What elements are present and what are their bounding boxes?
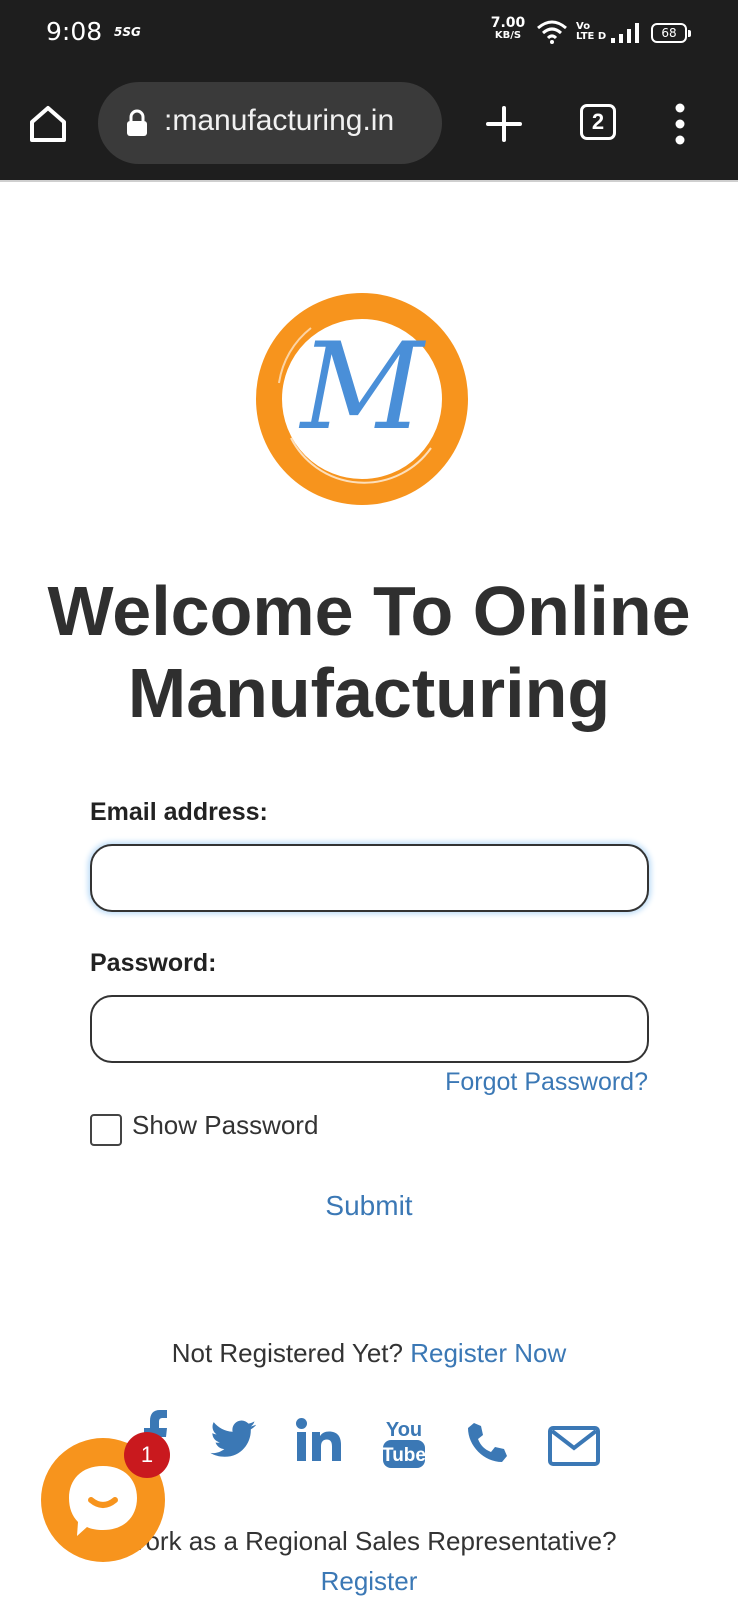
more-vertical-icon[interactable] (668, 102, 692, 146)
signal-icon (611, 23, 639, 43)
submit-button[interactable]: Submit (269, 1190, 469, 1222)
url-bar[interactable]: :manufacturing.in (98, 82, 442, 164)
youtube-icon[interactable]: You Tube (382, 1416, 426, 1470)
volte-icon: Vo LTE D (576, 22, 606, 42)
password-field[interactable] (90, 995, 649, 1063)
browser-toolbar: :manufacturing.in 2 (0, 66, 738, 182)
svg-text:You: You (386, 1419, 422, 1441)
plus-icon[interactable] (482, 102, 526, 146)
logo-letter: M (299, 318, 427, 457)
lock-icon (127, 109, 147, 136)
home-icon[interactable] (24, 100, 72, 148)
rep-register-link[interactable]: Register (0, 1566, 738, 1597)
email-field[interactable] (90, 844, 649, 912)
forgot-password-link[interactable]: Forgot Password? (445, 1068, 648, 1097)
phone-icon[interactable] (466, 1422, 508, 1464)
site-logo: M (256, 293, 468, 505)
status-bar: 9:08 5SG 7.00 KB/S Vo LTE D 68 (0, 0, 738, 66)
linkedin-icon[interactable] (296, 1418, 342, 1462)
password-label: Password: (90, 949, 217, 977)
volte-bottom: LTE D (576, 31, 607, 42)
battery-icon: 68 (651, 23, 691, 43)
svg-text:Tube: Tube (382, 1445, 426, 1466)
twitter-icon[interactable] (210, 1420, 256, 1460)
carrier-icon: 5SG (114, 25, 141, 39)
show-password-checkbox[interactable] (90, 1114, 122, 1146)
chat-notification-badge: 1 (124, 1432, 170, 1478)
tabs-icon[interactable]: 2 (580, 104, 616, 140)
status-time: 9:08 (46, 17, 103, 46)
network-speed-value: 7.00 (490, 15, 526, 31)
register-now-link[interactable]: Register Now (410, 1338, 566, 1368)
network-speed: 7.00 KB/S (488, 15, 528, 41)
mail-icon[interactable] (548, 1426, 600, 1466)
register-prompt: Not Registered Yet? (171, 1338, 403, 1368)
url-text: :manufacturing.in (164, 104, 395, 137)
network-speed-unit: KB/S (494, 30, 522, 41)
show-password-label[interactable]: Show Password (132, 1110, 318, 1141)
register-row: Not Registered Yet? Register Now (0, 1338, 738, 1369)
email-label: Email address: (90, 798, 268, 826)
wifi-icon (537, 20, 567, 44)
page-title: Welcome To Online Manufacturing (47, 572, 691, 732)
